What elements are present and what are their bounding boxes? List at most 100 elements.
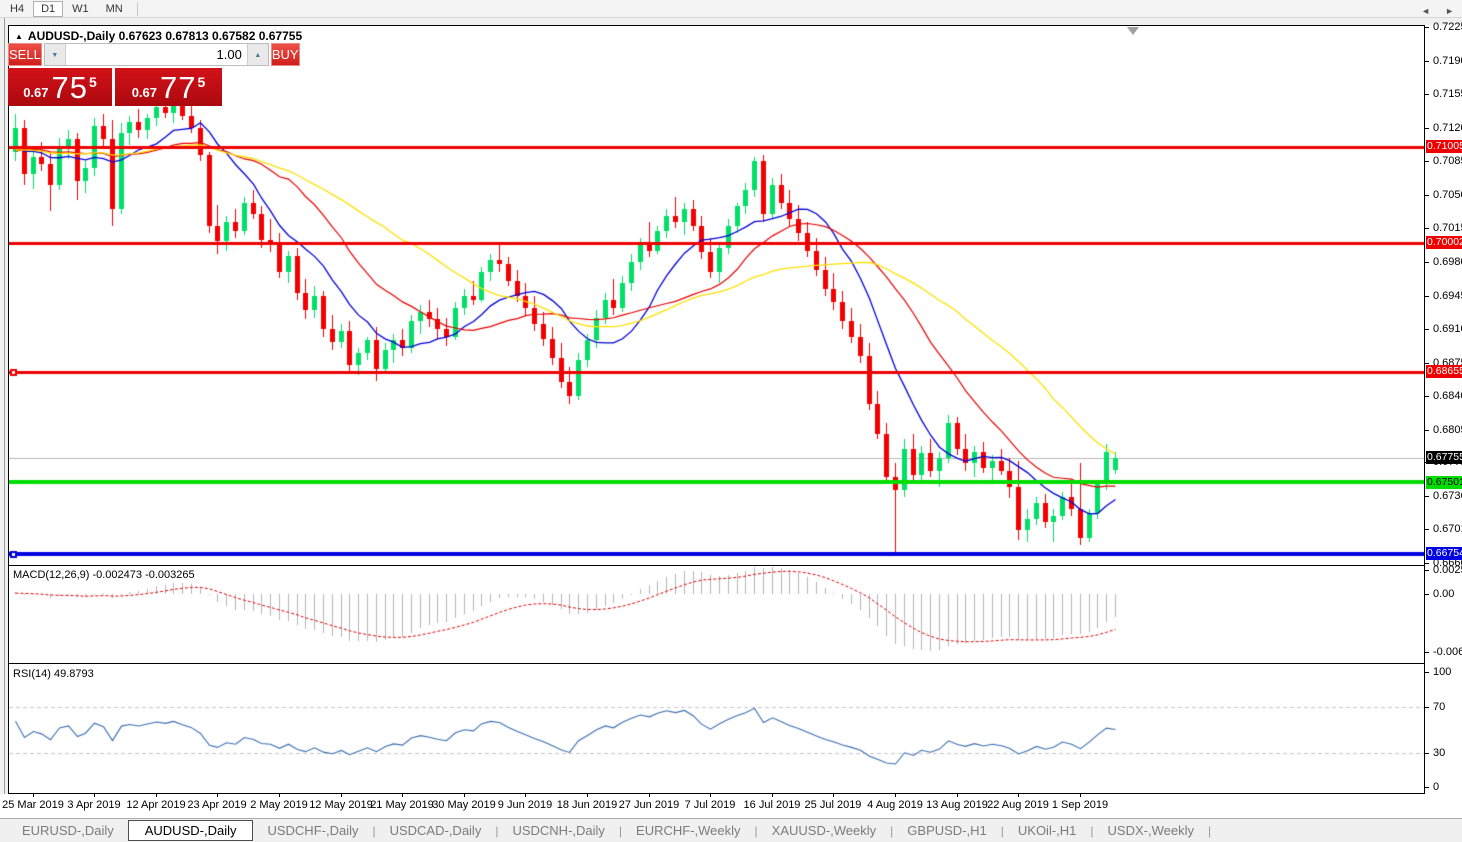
tab-xauusd-weekly[interactable]: XAUUSD-,Weekly: [758, 821, 891, 840]
price-tick-mark: [1425, 363, 1429, 364]
date-tick-mark: [217, 794, 218, 797]
price-tick-label: 0.70500: [1433, 189, 1462, 201]
date-label: 1 Sep 2019: [1051, 799, 1109, 811]
sell-price-prefix: 0.67: [23, 85, 49, 100]
rsi-tick-label: 30: [1433, 747, 1446, 759]
chart-shift-marker-icon[interactable]: [1127, 27, 1139, 35]
timeframe-D1[interactable]: D1: [33, 0, 64, 17]
price-tick-mark: [1425, 262, 1429, 263]
sell-button[interactable]: SELL: [8, 43, 42, 66]
timeframe-W1[interactable]: W1: [64, 1, 97, 17]
timeframe-toolbar: H4 D1 W1 MN: [0, 0, 1462, 18]
date-axis[interactable]: 25 Mar 2019 3 Apr 2019 12 Apr 2019 23 Apr 2…: [0, 794, 1462, 818]
price-tick-mark: [1425, 128, 1429, 129]
macd-tick-label: -0.006326: [1433, 646, 1462, 658]
price-badge: 0.67755: [1426, 451, 1462, 464]
date-tick-mark: [402, 794, 403, 797]
price-badge: 0.66754: [1426, 547, 1462, 560]
sell-price[interactable]: 0.67 75 5: [8, 68, 112, 106]
price-tick-mark: [1425, 430, 1429, 431]
tab-separator: |: [1207, 823, 1212, 838]
macd-canvas[interactable]: [9, 566, 1424, 663]
date-tick-mark: [341, 794, 342, 797]
collapse-triangle-icon[interactable]: ▲: [15, 32, 23, 41]
tab-usdx-weekly[interactable]: USDX-,Weekly: [1094, 821, 1208, 840]
tab-eurusd-daily[interactable]: EURUSD-,Daily: [8, 821, 128, 840]
timeframe-MN[interactable]: MN: [98, 1, 131, 17]
price-tick-label: 0.70850: [1433, 155, 1462, 167]
window-left-border: [4, 18, 5, 818]
macd-tick-mark: [1425, 570, 1429, 571]
symbol-ohlc-text: AUDUSD-,Daily 0.67623 0.67813 0.67582 0.…: [27, 29, 303, 43]
price-tick-mark: [1425, 61, 1429, 62]
price-tick-mark: [1425, 296, 1429, 297]
price-tick-mark: [1425, 195, 1429, 196]
rsi-tick-mark: [1425, 787, 1429, 788]
date-tick-mark: [525, 794, 526, 797]
rsi-canvas[interactable]: [9, 664, 1424, 793]
tab-ukoil-h1[interactable]: UKOil-,H1: [1004, 821, 1091, 840]
volume-input[interactable]: [64, 44, 248, 65]
price-badge: 0.71005: [1426, 140, 1462, 153]
symbol-ohlc-header: ▲ AUDUSD-,Daily 0.67623 0.67813 0.67582 0…: [15, 29, 302, 43]
rsi-tick-mark: [1425, 672, 1429, 673]
date-tick-mark: [772, 794, 773, 797]
buy-button[interactable]: BUY: [270, 43, 300, 66]
macd-label: MACD(12,26,9) -0.002473 -0.003265: [13, 569, 195, 581]
price-tick-mark: [1425, 27, 1429, 28]
buy-price-prefix: 0.67: [131, 85, 158, 100]
tab-eurchf-weekly[interactable]: EURCHF-,Weekly: [622, 821, 755, 840]
tab-scroll-left-icon[interactable]: ◄: [1421, 6, 1430, 16]
tab-usdcnh-daily[interactable]: USDCNH-,Daily: [498, 821, 618, 840]
price-tick-label: 0.71900: [1433, 55, 1462, 67]
date-tick-mark: [1080, 794, 1081, 797]
price-tick-mark: [1425, 161, 1429, 162]
toolbar-separator: [136, 1, 138, 16]
macd-tick-label: 0.00: [1433, 588, 1455, 600]
volume-increase-button[interactable]: ▲: [247, 44, 268, 65]
volume-decrease-button[interactable]: ▼: [44, 44, 65, 65]
price-tick-label: 0.69450: [1433, 290, 1462, 302]
rsi-tick-mark: [1425, 707, 1429, 708]
date-tick-mark: [33, 794, 34, 797]
date-tick-mark: [649, 794, 650, 797]
price-tick-label: 0.67360: [1433, 490, 1462, 502]
price-tick-label: 0.67010: [1433, 523, 1462, 535]
rsi-tick-label: 70: [1433, 701, 1446, 713]
price-tick-mark: [1425, 529, 1429, 530]
price-tick-label: 0.68050: [1433, 424, 1462, 436]
price-badge: 0.67501: [1426, 476, 1462, 489]
timeframe-H4[interactable]: H4: [2, 1, 32, 17]
date-tick-mark: [94, 794, 95, 797]
tab-scroll-right-icon[interactable]: ►: [1445, 6, 1454, 16]
tab-gbpusd-h1[interactable]: GBPUSD-,H1: [893, 821, 1000, 840]
price-badge: 0.70002: [1426, 236, 1462, 249]
chart-tab-bar: EURUSD-,Daily AUDUSD-,Daily USDCHF-,Daily |…: [0, 818, 1462, 842]
date-tick-mark: [464, 794, 465, 797]
price-badge: 0.68655: [1426, 365, 1462, 378]
date-tick-mark: [957, 794, 958, 797]
macd-tick-mark: [1425, 652, 1429, 653]
price-tick-mark: [1425, 563, 1429, 564]
tab-usdchf-daily[interactable]: USDCHF-,Daily: [253, 821, 372, 840]
rsi-tick-label: 0: [1433, 781, 1440, 793]
price-tick-label: 0.69100: [1433, 323, 1462, 335]
buy-price[interactable]: 0.67 77 5: [115, 68, 222, 106]
date-tick-mark: [587, 794, 588, 797]
price-tick-mark: [1425, 94, 1429, 95]
date-tick-mark: [710, 794, 711, 797]
date-tick-mark: [833, 794, 834, 797]
main-chart-canvas[interactable]: [9, 26, 1424, 565]
price-tick-label: 0.68400: [1433, 390, 1462, 402]
buy-price-big: 77: [160, 70, 197, 105]
sell-price-pip: 5: [89, 74, 97, 90]
rsi-label: RSI(14) 49.8793: [13, 668, 94, 680]
price-tick-mark: [1425, 228, 1429, 229]
price-tick-label: 0.71550: [1433, 88, 1462, 100]
price-tick-label: 0.72250: [1433, 21, 1462, 33]
tab-audusd-daily[interactable]: AUDUSD-,Daily: [127, 820, 254, 841]
macd-tick-label: 0.002574: [1433, 564, 1462, 576]
tab-usdcad-daily[interactable]: USDCAD-,Daily: [376, 821, 496, 840]
volume-stepper: ▼ ▲: [43, 43, 269, 66]
price-tick-label: 0.71200: [1433, 122, 1462, 134]
